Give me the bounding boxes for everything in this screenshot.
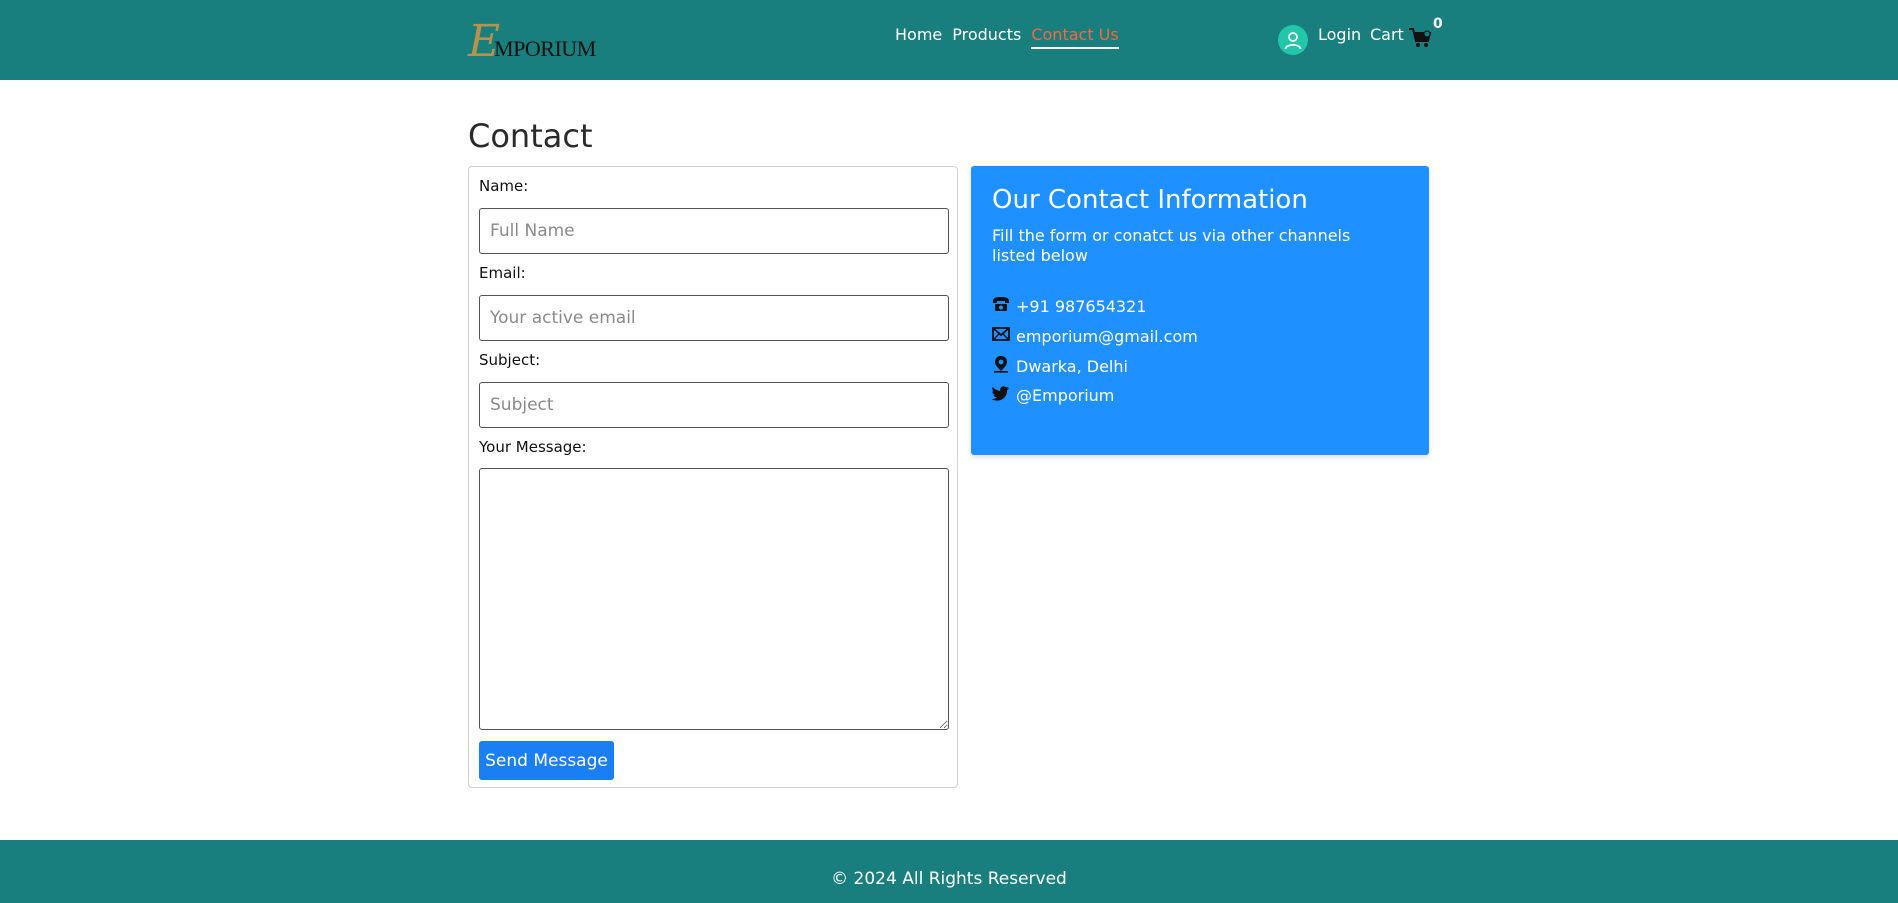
mail-icon [992,325,1010,348]
main-nav: Home Products Contact Us [895,25,1119,49]
page-title: Contact [468,117,593,155]
phone-number: +91 987654321 [1016,296,1147,316]
phone-row: +91 987654321 [992,295,1146,318]
login-link[interactable]: Login [1318,25,1361,45]
cart-count-badge: 0 [1433,16,1443,32]
user-icon[interactable] [1278,25,1308,55]
name-input[interactable] [479,208,949,254]
cart-icon[interactable] [1408,27,1432,49]
email-input[interactable] [479,295,949,341]
twitter-row: @Emporium [991,384,1114,407]
location-icon [992,355,1010,378]
address-row: Dwarka, Delhi [992,355,1128,378]
site-header: E MPORIUM Home Products Contact Us Login… [0,0,1898,80]
name-label: Name: [479,177,529,195]
twitter-icon [991,384,1010,407]
cart-link[interactable]: Cart [1370,25,1404,45]
copyright-text: © 2024 All Rights Reserved [831,869,1067,889]
contact-address: Dwarka, Delhi [1016,356,1128,376]
site-footer: © 2024 All Rights Reserved [0,840,1898,903]
brand-logo[interactable]: E MPORIUM [468,18,596,64]
send-message-button[interactable]: Send Message [479,741,614,780]
subject-input[interactable] [479,382,949,428]
nav-home-link[interactable]: Home [895,25,942,49]
message-textarea[interactable] [479,468,949,730]
contact-form: Name: Email: Subject: Your Message: Send… [468,166,958,788]
message-label: Your Message: [479,438,587,456]
contact-info-description: Fill the form or conatct us via other ch… [992,226,1351,265]
nav-products-link[interactable]: Products [952,25,1021,49]
twitter-handle[interactable]: @Emporium [1016,386,1114,406]
logo-text: MPORIUM [494,36,596,61]
contact-info-title: Our Contact Information [992,185,1308,215]
phone-icon [992,295,1010,318]
email-row: emporium@gmail.com [992,325,1198,348]
contact-info-card: Our Contact Information Fill the form or… [971,166,1429,455]
contact-email[interactable]: emporium@gmail.com [1016,327,1198,347]
subject-label: Subject: [479,351,541,369]
email-label: Email: [479,264,526,282]
nav-contact-link[interactable]: Contact Us [1031,25,1119,49]
